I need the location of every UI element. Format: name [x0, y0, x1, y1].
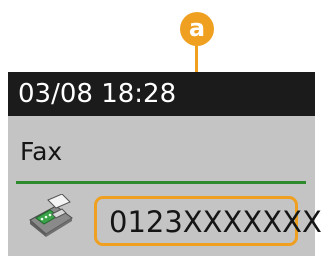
fax-number-field[interactable]: 0123XXXXXXX [94, 196, 322, 246]
callout-badge-a: a [180, 12, 214, 46]
mode-underline [16, 181, 306, 184]
date-time-display: 03/08 18:28 [18, 79, 177, 109]
fax-machine-icon [26, 193, 76, 238]
mode-label: Fax [20, 137, 63, 166]
control-panel-display: 03/08 18:28 Fax 0123XXXXXXX [8, 72, 322, 256]
fax-number-value: 0123XXXXXXX [109, 205, 322, 239]
status-bar: 03/08 18:28 [8, 72, 315, 116]
